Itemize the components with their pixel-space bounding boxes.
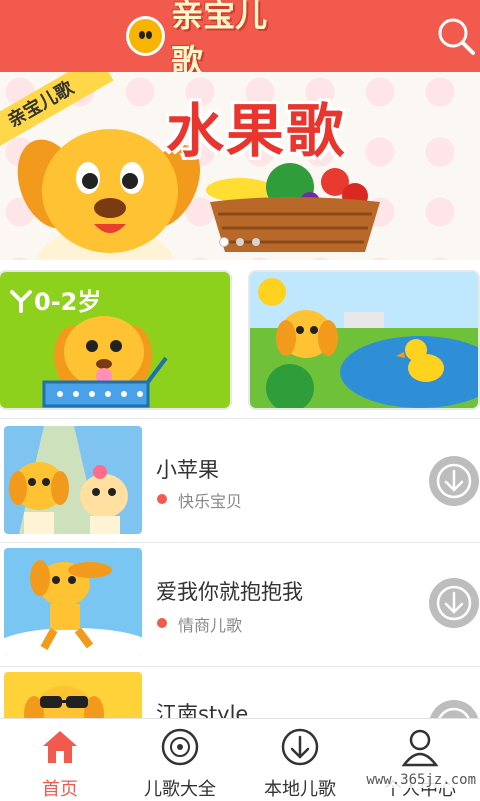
- song-category: 快乐宝贝: [178, 492, 243, 511]
- banner-title: 水果歌: [166, 97, 347, 165]
- download-button[interactable]: [429, 700, 479, 718]
- banner-pagination: [220, 238, 260, 246]
- featured-banner[interactable]: 亲宝儿歌 水果歌: [0, 72, 480, 260]
- song-category: 情商儿歌: [178, 616, 243, 635]
- site-watermark: www.365jz.com: [366, 772, 476, 788]
- home-icon: [43, 731, 77, 763]
- song-title: 小苹果: [156, 458, 219, 482]
- song-row[interactable]: 小苹果 快乐宝贝: [0, 420, 480, 542]
- puppy-mascot-icon: [126, 16, 166, 56]
- category-dot: [157, 618, 167, 628]
- nav-tab-songs[interactable]: 儿歌大全: [120, 719, 240, 801]
- search-button[interactable]: [436, 16, 476, 56]
- nav-tab-local[interactable]: 本地儿歌: [240, 719, 360, 801]
- song-thumbnail: [4, 426, 142, 534]
- song-thumbnail: [4, 672, 142, 718]
- pond-scene-illustration: [250, 272, 478, 408]
- puppy-cart-illustration: [42, 316, 168, 408]
- app-header: 亲宝儿歌: [0, 0, 480, 80]
- song-title: 江南style: [156, 702, 249, 718]
- song-thumbnail: [4, 548, 142, 656]
- download-icon: [281, 728, 319, 766]
- nav-label: 本地儿歌: [264, 779, 336, 800]
- bottom-navigation: 首页 儿歌大全 本地儿歌 个人中心: [0, 718, 480, 801]
- app-title: 亲宝儿歌: [171, 0, 268, 80]
- download-arrow-icon: [438, 707, 470, 718]
- download-arrow-icon: [436, 463, 472, 499]
- category-dot: [157, 494, 167, 504]
- pagination-dot[interactable]: [252, 238, 260, 246]
- nav-tab-home[interactable]: 首页: [0, 719, 120, 801]
- app-logo: 亲宝儿歌: [126, 0, 296, 80]
- song-row[interactable]: 爱我你就抱抱我 情商儿歌: [0, 544, 480, 666]
- pagination-dot[interactable]: [236, 238, 244, 246]
- list-divider: [0, 666, 480, 667]
- nav-tab-profile[interactable]: 个人中心: [360, 719, 480, 801]
- search-icon: [438, 18, 475, 55]
- download-button[interactable]: [429, 578, 479, 628]
- nav-label: 首页: [42, 779, 78, 800]
- download-arrow-icon: [436, 585, 472, 621]
- disc-icon: [161, 728, 199, 766]
- song-row[interactable]: 江南style: [0, 668, 480, 718]
- song-title: 爱我你就抱抱我: [156, 580, 303, 604]
- nav-label: 儿歌大全: [144, 779, 216, 800]
- user-icon: [401, 729, 439, 767]
- download-button[interactable]: [429, 456, 479, 506]
- promo-tile-age[interactable]: 0-2岁: [0, 272, 230, 408]
- list-divider: [0, 542, 480, 543]
- promo-tile-pond[interactable]: [250, 272, 478, 408]
- list-divider: [0, 418, 480, 419]
- pagination-dot-active[interactable]: [220, 238, 228, 246]
